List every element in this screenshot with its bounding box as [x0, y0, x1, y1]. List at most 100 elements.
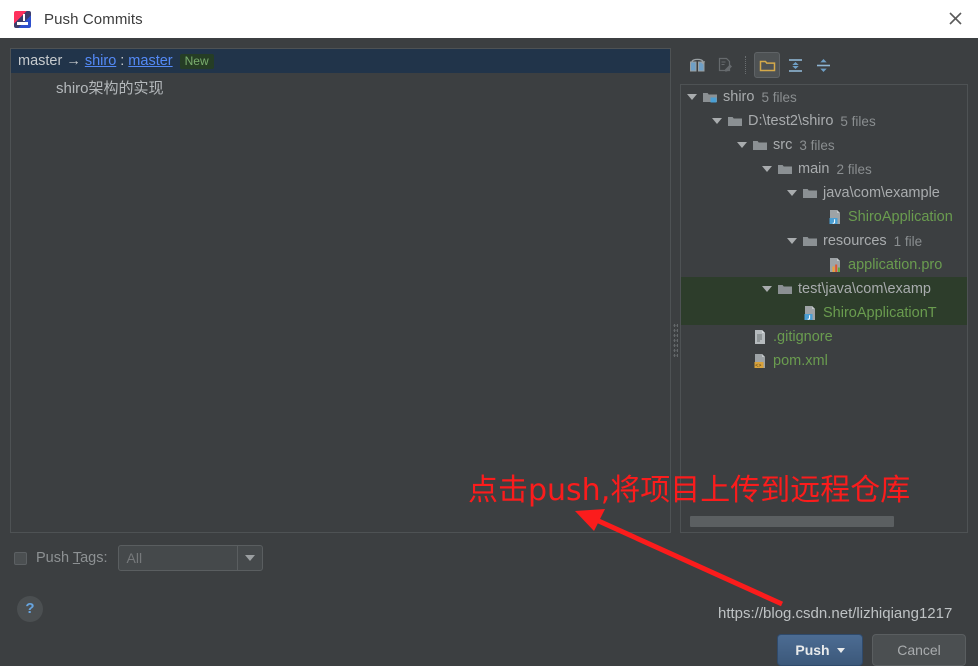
- chevron-down-icon[interactable]: [787, 238, 797, 244]
- push-tags-checkbox[interactable]: [14, 551, 27, 565]
- tree-row[interactable]: resources 1 file: [681, 229, 967, 253]
- changed-files-panel: shiro 5 files D:\test2\shiro 5 files src 3 fi…: [680, 48, 968, 533]
- tree-row-count: 5 files: [761, 89, 797, 105]
- push-tags-mnemonic: T: [72, 550, 81, 566]
- collapse-all-icon[interactable]: [810, 52, 836, 78]
- tree-row-label: main: [798, 161, 830, 177]
- push-tags-combo[interactable]: All: [117, 545, 263, 571]
- dialog-title: Push Commits: [44, 10, 143, 28]
- tree-row-label: ShiroApplicationT: [823, 305, 937, 321]
- svg-text:<>: <>: [755, 363, 761, 369]
- help-icon: ?: [25, 599, 35, 617]
- cancel-button-label: Cancel: [897, 642, 941, 658]
- tree-row-count: 1 file: [893, 233, 923, 249]
- tree-row[interactable]: src 3 files: [681, 133, 967, 157]
- chevron-down-icon[interactable]: [762, 286, 772, 292]
- chevron-down-icon[interactable]: [712, 118, 722, 124]
- tree-rows-container: shiro 5 files D:\test2\shiro 5 files src 3 fi…: [681, 85, 967, 509]
- remote-name-link[interactable]: shiro: [85, 53, 116, 69]
- push-button[interactable]: Push: [777, 634, 863, 666]
- revert-icon[interactable]: [684, 52, 710, 78]
- tree-row[interactable]: D:\test2\shiro 5 files: [681, 109, 967, 133]
- tree-row-label: .gitignore: [773, 329, 833, 345]
- xml-file-icon: <>: [754, 354, 765, 369]
- chevron-down-icon[interactable]: [787, 190, 797, 196]
- folder-icon: [728, 117, 742, 126]
- splitter-grip-icon: [673, 323, 678, 357]
- push-tags-label-pre: Push: [36, 550, 73, 566]
- arrow-right-icon: →: [66, 53, 81, 69]
- status-badge: New: [179, 53, 214, 69]
- remote-branch-link[interactable]: master: [128, 53, 172, 69]
- toolbar-separator: [745, 56, 747, 74]
- dialog-titlebar: Push Commits: [0, 0, 978, 39]
- push-tags-label-post: ags:: [80, 550, 108, 566]
- tree-row[interactable]: application.pro: [681, 253, 967, 277]
- close-icon[interactable]: [932, 0, 978, 37]
- changed-files-tree[interactable]: shiro 5 files D:\test2\shiro 5 files src 3 fi…: [680, 84, 968, 533]
- dialog-content: master → shiro : master New shiro架构的实现 s…: [0, 38, 978, 666]
- revert-glyph: [689, 58, 705, 71]
- tree-row-label: ShiroApplication: [848, 209, 953, 225]
- tree-row[interactable]: test\java\com\examp: [681, 277, 967, 301]
- folder-icon: [803, 189, 817, 198]
- local-branch-label: master: [18, 53, 63, 69]
- expand-all-glyph: [788, 58, 802, 72]
- tree-row-label: D:\test2\shiro: [748, 113, 834, 129]
- tree-row-count: 2 files: [836, 161, 872, 177]
- tree-row-label: application.pro: [848, 257, 943, 273]
- tree-row[interactable]: main 2 files: [681, 157, 967, 181]
- tree-row-label: resources: [823, 233, 887, 249]
- folder-icon: [778, 165, 792, 174]
- module-folder-icon: [703, 93, 717, 103]
- branch-separator: :: [120, 53, 125, 69]
- chevron-down-icon[interactable]: [687, 94, 697, 100]
- commit-list-item[interactable]: shiro架构的实现: [11, 73, 670, 98]
- folder-icon: [778, 285, 792, 294]
- group-by-directory-icon[interactable]: [754, 52, 780, 78]
- tree-row-label: shiro: [723, 89, 755, 105]
- push-commits-dialog: Push Commits master → shiro : master New…: [0, 0, 978, 666]
- expand-all-icon[interactable]: [782, 52, 808, 78]
- edit-source-icon: [712, 52, 738, 78]
- panel-splitter[interactable]: [671, 48, 680, 533]
- folder-icon: [803, 237, 817, 246]
- tree-row-label: test\java\com\examp: [798, 281, 931, 297]
- tree-row-label: java\com\example: [823, 185, 940, 201]
- push-dropdown-arrow-icon[interactable]: [836, 647, 845, 653]
- folder-icon: [753, 141, 767, 150]
- cancel-button[interactable]: Cancel: [872, 634, 966, 666]
- close-glyph: [948, 12, 962, 25]
- tree-row[interactable]: shiro 5 files: [681, 85, 967, 109]
- tree-row[interactable]: ShiroApplicationT: [681, 301, 967, 325]
- tree-row-count: 3 files: [799, 137, 835, 153]
- tree-row[interactable]: ShiroApplication: [681, 205, 967, 229]
- edit-source-glyph: [718, 57, 732, 71]
- push-tags-combo-value: All: [126, 550, 143, 566]
- text-file-icon: [755, 330, 765, 344]
- java-file-icon: [829, 210, 840, 224]
- group-by-directory-glyph: [759, 60, 775, 71]
- tree-row-label: src: [773, 137, 793, 153]
- collapse-all-glyph: [816, 58, 830, 72]
- commits-list-panel[interactable]: master → shiro : master New shiro架构的实现: [10, 48, 671, 533]
- chevron-down-icon[interactable]: [762, 166, 772, 172]
- properties-file-icon: [830, 258, 840, 272]
- tree-row[interactable]: java\com\example: [681, 181, 967, 205]
- push-tags-row: Push Tags: All: [14, 545, 263, 571]
- chevron-down-icon[interactable]: [737, 142, 747, 148]
- help-button[interactable]: ?: [17, 596, 43, 622]
- scrollbar-thumb[interactable]: [690, 516, 894, 527]
- java-file-icon: [804, 306, 815, 320]
- push-button-label: Push: [795, 642, 830, 658]
- branch-header-row[interactable]: master → shiro : master New: [11, 49, 670, 73]
- chevron-down-icon[interactable]: [236, 546, 262, 570]
- tree-horizontal-scrollbar[interactable]: [682, 515, 966, 527]
- push-tags-label: Push Tags:: [36, 550, 108, 566]
- intellij-idea-icon: [14, 10, 31, 28]
- tree-row-count: 5 files: [840, 113, 876, 129]
- tree-toolbar: [680, 48, 968, 82]
- tree-row[interactable]: .gitignore: [681, 325, 967, 349]
- tree-row[interactable]: <> pom.xml: [681, 349, 967, 373]
- tree-row-label: pom.xml: [773, 353, 828, 369]
